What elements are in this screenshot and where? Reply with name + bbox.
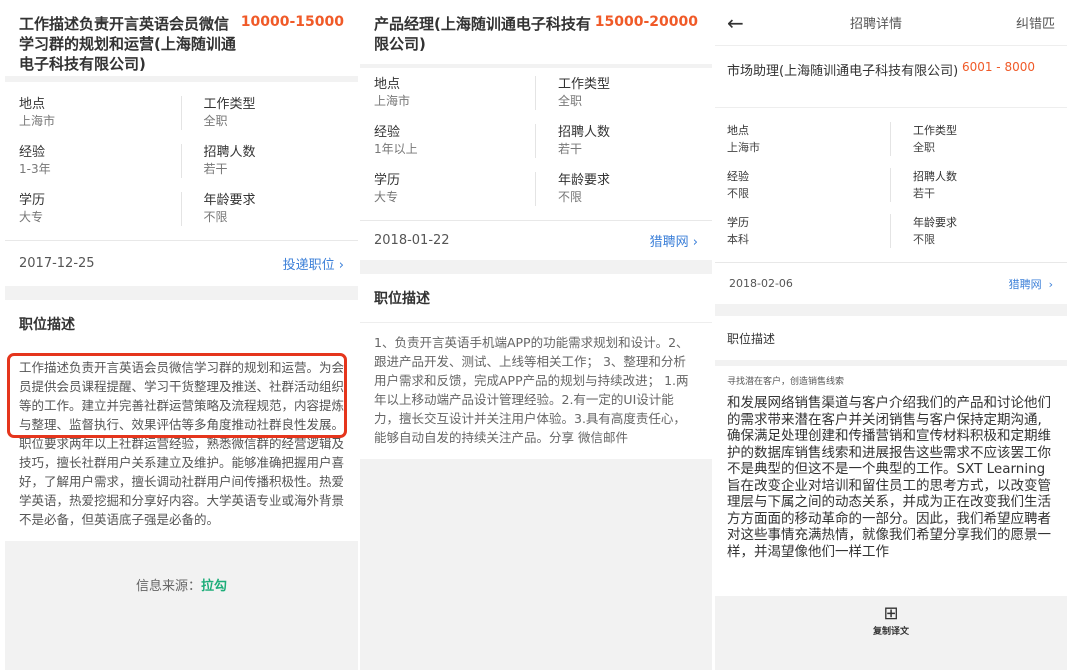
info-age: 年龄要求 不限 [203, 193, 256, 224]
info-experience: 经验 1-3年 [19, 144, 182, 178]
info-location: 地点 上海市 [19, 96, 182, 130]
section-title: 职位描述 [715, 316, 1067, 360]
job-title: 工作描述负责开言英语会员微信学习群的规划和运营(上海随训通电子科技有限公司) [19, 15, 236, 73]
info-age: 年龄要求 不限 [913, 216, 957, 246]
job-info-card: 地点 上海市 工作类型 全职 经验 1年以上 招聘人数 若干 学历 大专 年龄要求 不限 2… [360, 68, 712, 260]
info-experience: 经验 不限 [727, 168, 891, 202]
chevron-right-icon: › [1048, 277, 1053, 291]
copy-translation-button[interactable]: ⊞ 复制译文 [715, 596, 1067, 638]
copy-icon: ⊞ [883, 603, 899, 624]
job-info-card: 地点 上海市 工作类型 全职 经验 1-3年 招聘人数 若干 学历 大专 年龄要求 不限 2… [5, 82, 358, 286]
job-title: 产品经理(上海随训通电子科技有限公司) [374, 15, 591, 53]
info-experience: 经验 1年以上 [374, 124, 536, 158]
section-title: 职位描述 [19, 317, 75, 333]
info-location: 地点 上海市 [374, 76, 536, 110]
info-education: 学历 本科 [727, 214, 891, 248]
job-description: 和发展网络销售渠道与客户介绍我们的产品和讨论他们的需求带来潜在客户并关闭销售与客… [727, 395, 1051, 560]
info-job-type: 工作类型 全职 [203, 97, 256, 128]
post-date: 2017-12-25 [19, 256, 95, 271]
source-info: 信息来源：拉勾 [135, 579, 228, 594]
chevron-right-icon: › [338, 258, 344, 273]
job-detail-panel-2: 产品经理(上海随训通电子科技有限公司) 15000-20000 地点 上海市 工作类… [360, 0, 712, 670]
job-description: 1、负责开言英语手机端APP的功能需求规划和设计。2、跟进产品开发、测试、上线等… [360, 322, 712, 459]
info-education: 学历 大专 [19, 192, 182, 226]
description-card: 职位描述 工作描述负责开言英语会员微信学习群的规划和运营。为会员提供会员课程提醒… [5, 300, 358, 541]
description-card: 寻找潜在客户，创造销售线索 和发展网络销售渠道与客户介绍我们的产品和讨论他们的需… [715, 366, 1067, 596]
apply-link[interactable]: 投递职位 › [283, 254, 344, 273]
source-link[interactable]: 猎聘网 › [1009, 276, 1053, 292]
job-header: 产品经理(上海随训通电子科技有限公司) 15000-20000 [360, 0, 712, 64]
info-job-type: 工作类型 全职 [913, 124, 957, 154]
info-location: 地点 上海市 [727, 122, 891, 156]
correction-button[interactable]: 纠错匹 [965, 13, 1055, 32]
section-title: 职位描述 [374, 291, 430, 307]
job-subtitle: 寻找潜在客户，创造销售线索 [727, 377, 845, 387]
back-arrow-icon[interactable]: ← [727, 11, 787, 35]
info-headcount: 招聘人数 若干 [913, 170, 957, 200]
post-date: 2018-01-22 [374, 233, 450, 248]
job-detail-panel-1: 工作描述负责开言英语会员微信学习群的规划和运营(上海随训通电子科技有限公司) 1… [5, 0, 358, 670]
salary: 6001 - 8000 [961, 60, 1035, 74]
chevron-right-icon: › [692, 235, 698, 250]
job-detail-panel-3: ← 招聘详情 纠错匹 市场助理(上海随训通电子科技有限公司) 6001 - 80… [715, 0, 1067, 670]
job-header: 工作描述负责开言英语会员微信学习群的规划和运营(上海随训通电子科技有限公司) 1… [5, 0, 358, 76]
salary: 15000-20000 [594, 14, 698, 30]
header-title: 招聘详情 [849, 17, 902, 32]
highlight-box [7, 353, 347, 438]
job-info-card: 地点 上海市 工作类型 全职 经验 不限 招聘人数 若干 学历 本科 年龄要求 不限 201… [715, 108, 1067, 304]
source-link[interactable]: 猎聘网 › [650, 231, 698, 250]
nav-header: ← 招聘详情 纠错匹 [715, 0, 1067, 46]
info-headcount: 招聘人数 若干 [558, 125, 611, 156]
info-headcount: 招聘人数 若干 [203, 145, 256, 176]
description-card: 职位描述 1、负责开言英语手机端APP的功能需求规划和设计。2、跟进产品开发、测… [360, 274, 712, 459]
job-title: 市场助理(上海随训通电子科技有限公司) [727, 64, 959, 79]
salary: 10000-15000 [240, 14, 344, 30]
info-education: 学历 大专 [374, 172, 536, 206]
lagou-logo: 拉勾 [201, 579, 228, 594]
info-job-type: 工作类型 全职 [558, 77, 611, 108]
post-date: 2018-02-06 [729, 277, 793, 290]
job-header: 市场助理(上海随训通电子科技有限公司) 6001 - 8000 [715, 46, 1067, 108]
info-age: 年龄要求 不限 [558, 173, 611, 204]
